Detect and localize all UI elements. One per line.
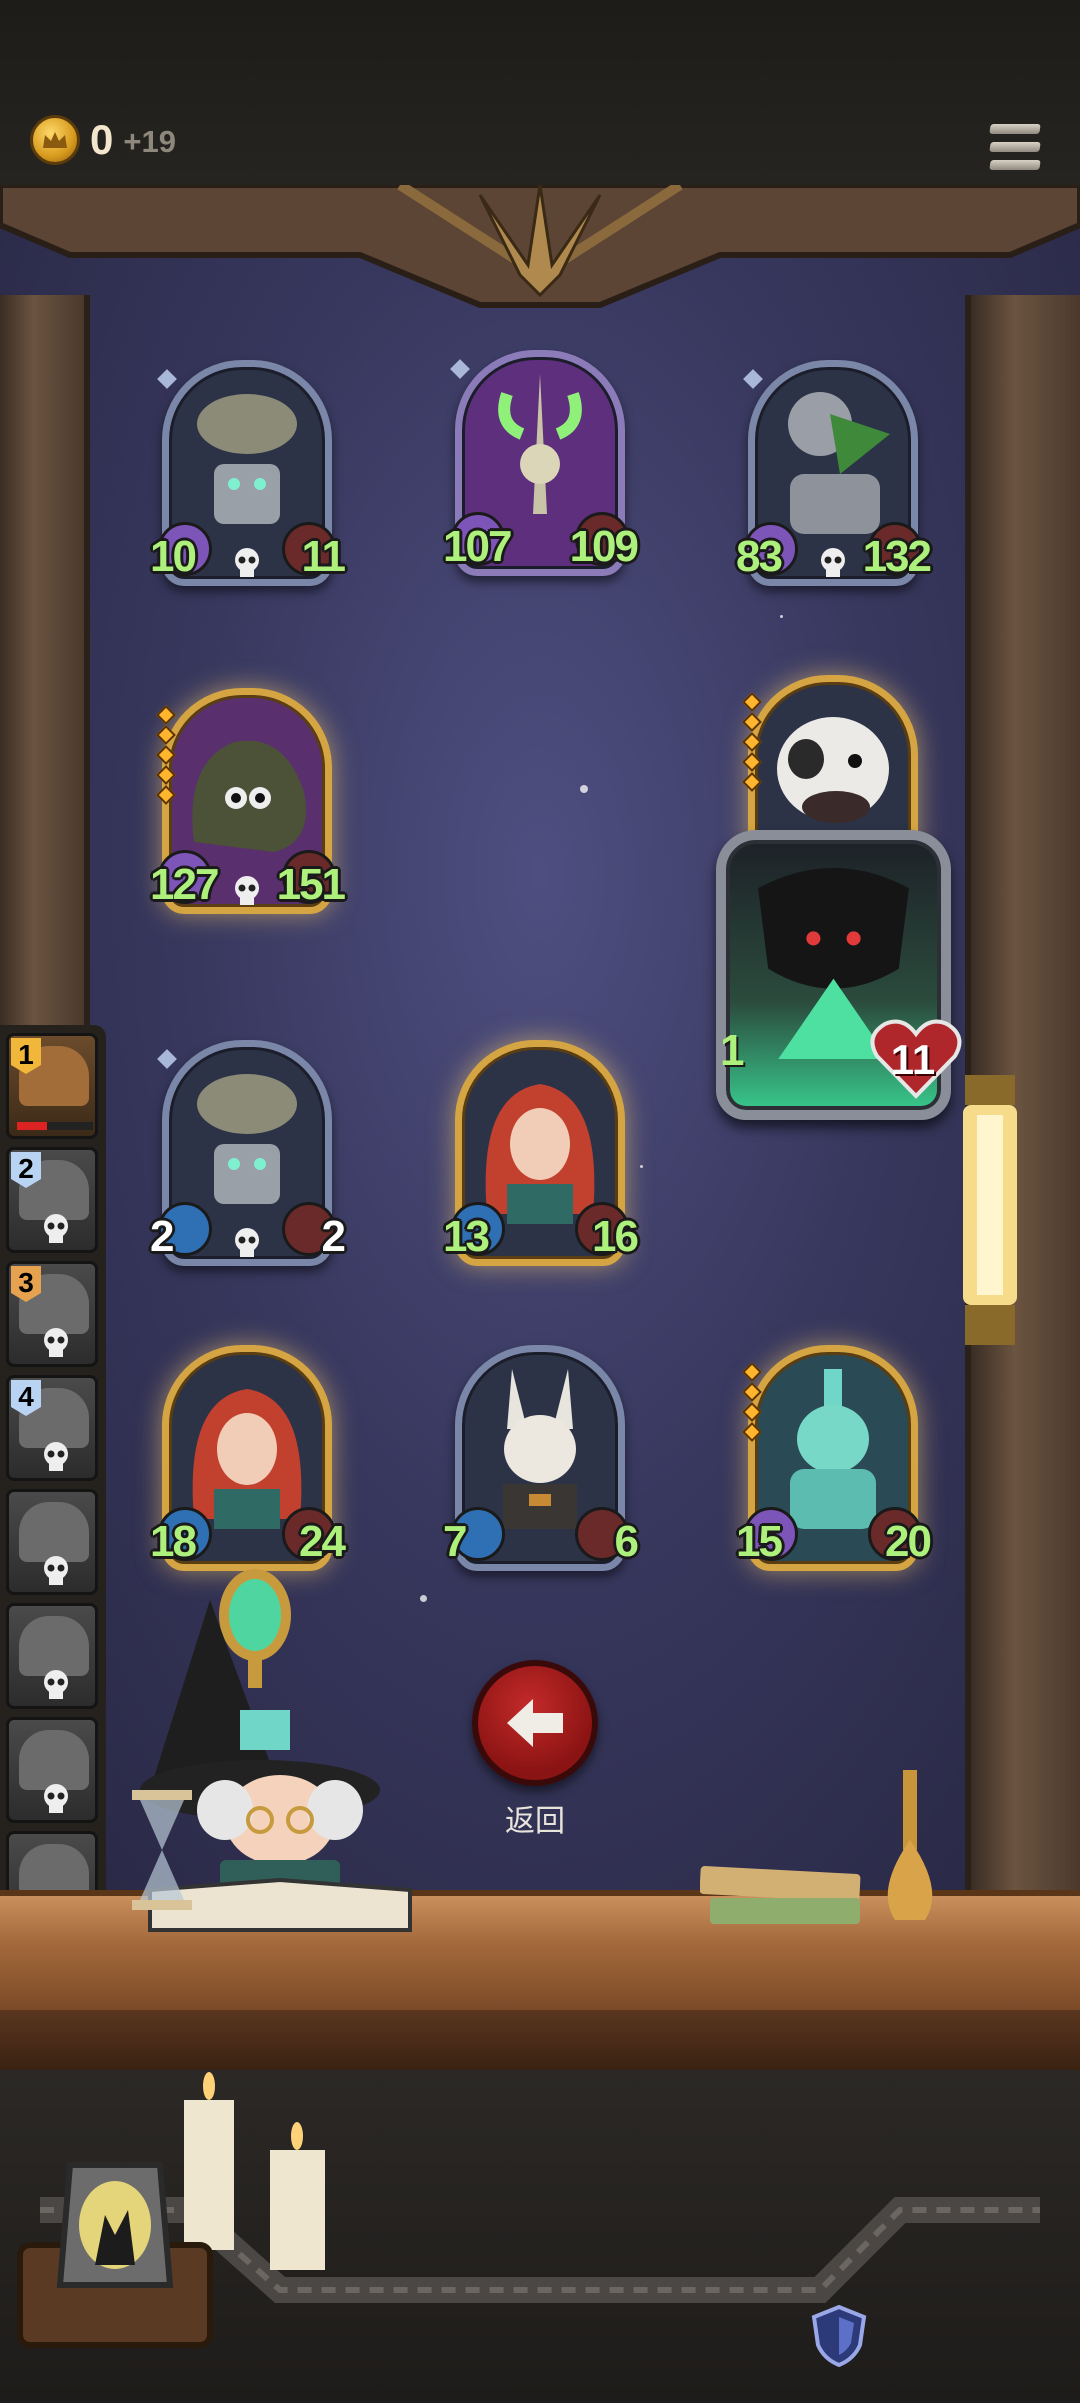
- rock-golem-portrait: [192, 740, 306, 852]
- stacked-books: [700, 1866, 861, 1924]
- boss-health: 11: [890, 1036, 936, 1083]
- unit-attack: 10: [150, 532, 197, 581]
- window-arch: [0, 185, 1080, 308]
- coin-bonus: +19: [123, 124, 176, 159]
- unit-health: 6: [614, 1517, 640, 1566]
- unit-attack: 2: [150, 1212, 175, 1261]
- unit-card-bell-golem-small[interactable]: 2 2: [150, 1040, 346, 1266]
- unit-roster: 1 2 3 4: [0, 1025, 106, 1950]
- cursed-sword-portrait: [498, 374, 582, 514]
- unit-card-goblin-knight[interactable]: 83 132: [736, 360, 932, 586]
- unit-health: 11: [301, 532, 345, 581]
- skull-icon: [821, 548, 845, 577]
- skull-icon: [44, 1784, 68, 1813]
- upgrade-pips: [156, 705, 176, 808]
- roster-slot[interactable]: 3: [6, 1261, 98, 1367]
- top-bar: 0 +19: [0, 0, 1080, 185]
- skull-icon: [44, 1670, 68, 1699]
- potion-vase: [887, 1770, 933, 1920]
- unit-card-red-haired-maiden[interactable]: 13 16: [443, 1040, 639, 1266]
- bell-golem-portrait: [197, 1074, 297, 1204]
- unit-card-rock-golem[interactable]: 127 151: [150, 688, 346, 914]
- star: [640, 1165, 643, 1168]
- skull-icon: [235, 548, 259, 577]
- ghost-warrior-portrait: [790, 1369, 876, 1529]
- unit-card-cursed-sword[interactable]: 107 109: [443, 350, 639, 576]
- unit-health: 151: [276, 860, 346, 909]
- arrow-left-icon: [507, 1699, 563, 1747]
- bell-golem-portrait: [197, 394, 297, 524]
- upgrade-pips: [742, 1362, 762, 1445]
- wolf-icon: [17, 2162, 213, 2348]
- unit-health: 132: [862, 532, 932, 581]
- unit-card-ghost-warrior[interactable]: 15 20: [736, 1345, 932, 1571]
- boss-attack: 1: [720, 1026, 745, 1075]
- unit-attack: 13: [443, 1212, 490, 1261]
- crown-coin-icon: [30, 115, 80, 165]
- red-haired-maiden-portrait: [192, 1389, 302, 1529]
- coin-counter: 0 +19: [30, 112, 176, 168]
- hamburger-menu-icon[interactable]: [989, 124, 1042, 172]
- shield-icon[interactable]: [810, 2304, 868, 2368]
- roster-slot[interactable]: 2: [6, 1147, 98, 1253]
- health-bar: [17, 1122, 93, 1130]
- unit-health: 2: [321, 1212, 347, 1261]
- hourglass: [132, 1790, 192, 1910]
- star: [780, 615, 783, 618]
- unit-card-bell-golem[interactable]: 10 11: [150, 360, 346, 586]
- back-label: 返回: [505, 1804, 565, 1839]
- coin-count: 0: [90, 116, 114, 163]
- sparkle-icon: [580, 785, 588, 793]
- unit-health: 16: [592, 1212, 639, 1261]
- roster-slot[interactable]: 4: [6, 1375, 98, 1481]
- skull-icon: [44, 1328, 68, 1357]
- wall-lamp: [963, 1075, 1017, 1345]
- unit-health: 109: [569, 522, 639, 571]
- red-haired-maiden-portrait: [485, 1084, 595, 1224]
- skull-icon: [235, 876, 259, 905]
- roster-slot[interactable]: [6, 1603, 98, 1709]
- skull-icon: [44, 1214, 68, 1243]
- boss-card[interactable]: 1 11: [716, 830, 962, 1120]
- sparkle-icon: [420, 1595, 427, 1602]
- upgrade-pips: [742, 692, 762, 795]
- skull-icon: [235, 1228, 259, 1257]
- unit-attack: 15: [736, 1517, 783, 1566]
- skull-icon: [44, 1556, 68, 1585]
- table-edge: [0, 2010, 1080, 2070]
- unit-card-red-haired-maiden[interactable]: 18 24: [150, 1345, 346, 1571]
- roster-slot[interactable]: [6, 1717, 98, 1823]
- unit-card-masked-rabbit[interactable]: 7 6: [443, 1345, 639, 1571]
- masked-rabbit-portrait: [503, 1369, 577, 1529]
- unit-attack: 7: [443, 1517, 468, 1566]
- back-button[interactable]: [472, 1660, 598, 1786]
- unit-attack: 107: [443, 522, 512, 571]
- goblin-knight-portrait: [788, 392, 890, 534]
- unit-attack: 83: [736, 532, 783, 581]
- skull-icon: [44, 1442, 68, 1471]
- unit-health: 20: [885, 1517, 932, 1566]
- roster-slot[interactable]: [6, 1489, 98, 1595]
- unit-attack: 127: [150, 860, 219, 909]
- roster-slot[interactable]: 1: [6, 1033, 98, 1139]
- wolf-pack-chest[interactable]: [10, 2155, 220, 2355]
